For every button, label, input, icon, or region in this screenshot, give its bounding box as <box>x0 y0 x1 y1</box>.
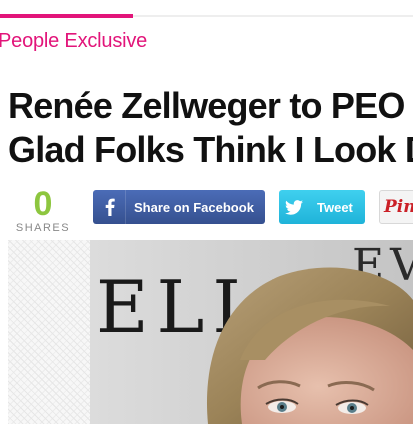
share-facebook-button[interactable]: Share on Facebook <box>93 190 265 224</box>
pinterest-button[interactable]: Pin <box>379 190 413 224</box>
article-photo[interactable]: ELLE EV <box>90 240 413 424</box>
share-facebook-label: Share on Facebook <box>134 199 254 215</box>
article-headline: Renée Zellweger to PEO Glad Folks Think … <box>8 84 413 172</box>
photo-left-margin-pattern <box>8 240 90 424</box>
pinterest-label: Pin <box>384 197 413 217</box>
tweet-label: Tweet <box>317 199 353 215</box>
headline-line-2: Glad Folks Think I Look D <box>8 129 413 170</box>
share-counter: 0 SHARES <box>14 186 72 234</box>
category-accent-bar <box>0 14 133 18</box>
photo-illustration: ELLE EV <box>90 240 413 424</box>
share-count-number: 0 <box>33 185 53 223</box>
facebook-icon <box>95 190 126 224</box>
headline-line-1: Renée Zellweger to PEO <box>8 85 405 126</box>
twitter-icon <box>279 190 309 224</box>
category-label[interactable]: People Exclusive <box>0 30 147 53</box>
share-count-label: SHARES <box>15 222 71 234</box>
tweet-button[interactable]: Tweet <box>279 190 365 224</box>
